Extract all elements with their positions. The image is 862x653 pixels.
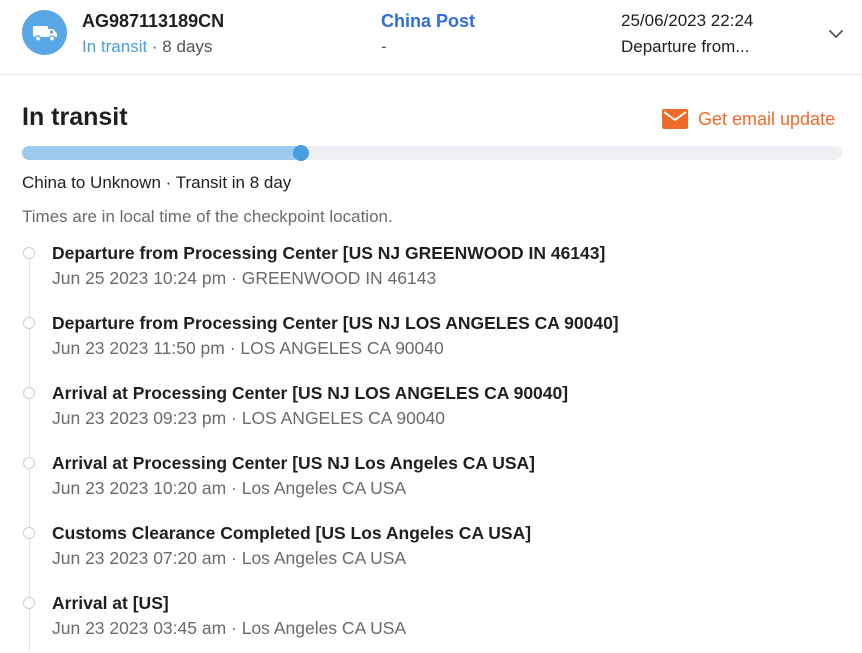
event-title: Arrival at Processing Center [US NJ Los … — [52, 453, 535, 473]
event-meta: Jun 23 2023 09:23 pm · LOS ANGELES CA 90… — [52, 408, 446, 428]
carrier-name[interactable]: China Post — [381, 11, 475, 32]
last-update-event: Departure from... — [621, 37, 750, 56]
timeline-event: Arrival at [US] Jun 23 2023 03:45 am · L… — [0, 593, 862, 653]
timeline-event: Departure from Processing Center [US NJ … — [0, 243, 862, 303]
event-title: Departure from Processing Center [US NJ … — [52, 313, 619, 333]
mail-icon — [662, 109, 688, 129]
timeline-event: Customs Clearance Completed [US Los Ange… — [0, 523, 862, 583]
timeline-dot — [23, 597, 35, 609]
tracking-number: AG987113189CN — [82, 11, 225, 31]
event-title: Customs Clearance Completed [US Los Ange… — [52, 523, 532, 543]
timezone-note: Times are in local time of the checkpoin… — [22, 207, 393, 226]
page-title: In transit — [22, 103, 128, 131]
timeline-dot — [23, 387, 35, 399]
event-title: Departure from Processing Center [US NJ … — [52, 243, 606, 263]
timeline-dot — [23, 457, 35, 469]
truck-icon — [22, 10, 67, 55]
timeline-dot — [23, 317, 35, 329]
shipment-summary-row[interactable]: AG987113189CN In transit · 8 days China … — [0, 0, 862, 75]
timeline-event: Arrival at Processing Center [US NJ LOS … — [0, 383, 862, 443]
event-meta: Jun 23 2023 03:45 am · Los Angeles CA US… — [52, 618, 407, 638]
event-title: Arrival at [US] — [52, 593, 169, 613]
transit-duration: · 8 days — [147, 37, 213, 56]
status-label: In transit — [82, 37, 148, 56]
carrier-secondary: - — [381, 37, 387, 56]
email-update-button[interactable]: Get email update — [662, 106, 835, 132]
event-meta: Jun 23 2023 10:20 am · Los Angeles CA US… — [52, 478, 407, 498]
timeline-dot — [23, 247, 35, 259]
event-meta: Jun 23 2023 07:20 am · Los Angeles CA US… — [52, 548, 407, 568]
progress-fill — [22, 146, 301, 160]
timeline-line — [29, 252, 30, 652]
event-meta: Jun 25 2023 10:24 pm · GREENWOOD IN 4614… — [52, 268, 437, 288]
timeline-event: Departure from Processing Center [US NJ … — [0, 313, 862, 373]
timeline-dot — [23, 527, 35, 539]
progress-bar — [22, 145, 842, 161]
last-update-time: 25/06/2023 22:24 — [621, 11, 754, 30]
event-meta: Jun 23 2023 11:50 pm · LOS ANGELES CA 90… — [52, 338, 444, 358]
progress-marker — [292, 145, 309, 161]
status-line: In transit · 8 days — [82, 37, 212, 57]
route-summary: China to Unknown · Transit in 8 day — [22, 173, 292, 192]
timeline-event: Arrival at Processing Center [US NJ Los … — [0, 453, 862, 513]
email-update-label: Get email update — [698, 108, 836, 129]
chevron-down-icon[interactable] — [826, 26, 846, 42]
event-title: Arrival at Processing Center [US NJ LOS … — [52, 383, 569, 403]
